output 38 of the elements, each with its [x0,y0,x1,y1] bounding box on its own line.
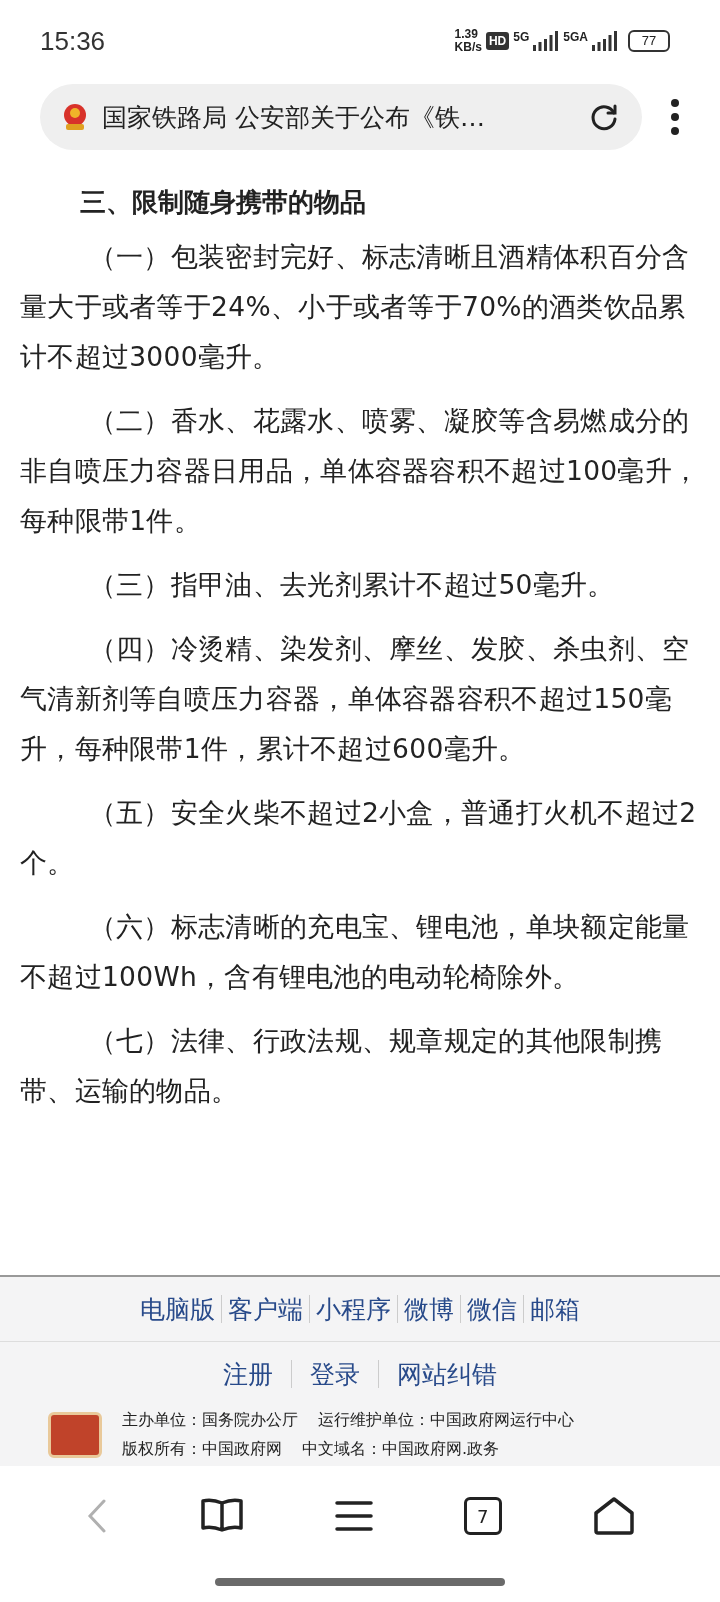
footer-link[interactable]: 微信 [461,1292,523,1326]
network-speed-unit: KB/s [454,41,482,54]
signal-icon [533,31,560,51]
more-menu-icon[interactable] [670,97,680,137]
footer-info-text: 版权所有：中国政府网 [122,1439,282,1460]
status-time: 15:36 [40,25,106,57]
footer-link[interactable]: 客户端 [222,1292,309,1326]
section-heading: 三、限制随身携带的物品 [80,186,367,219]
footer-link[interactable]: 微博 [398,1292,460,1326]
network-type: 5GA [563,30,588,44]
book-icon[interactable] [200,1497,245,1535]
site-logo-icon [48,1412,102,1458]
footer-link[interactable]: 电脑版 [134,1292,221,1326]
home-icon[interactable] [592,1496,635,1536]
article-paragraph: （三）指甲油、去光剂累计不超过50毫升。 [87,568,616,602]
footer-info-text: 中文域名：中国政府网.政务 [302,1439,500,1460]
network-speed: 1.39 [454,28,479,41]
article-paragraph: （五）安全火柴不超过2小盒，普通打火机不超过2个。 [20,796,698,880]
article-paragraph: （七）法律、行政法规、规章规定的其他限制携带、运输的物品。 [20,1024,664,1108]
article-paragraph: （四）冷烫精、染发剂、摩丝、发胶、杀虫剂、空气清新剂等自喷压力容器，单体容器容积不超过150毫升，每种限带1件，累计不超过600毫升。 [20,632,691,766]
hd-voice-badge: HD [485,32,510,50]
footer-link[interactable]: 注册 [205,1357,291,1391]
article-paragraph: （六）标志清晰的充电宝、锂电池，单块额定能量不超过100Wh，含有锂电池的电动轮椅除外。 [20,910,691,994]
footer-info-text: 运行维护单位：中国政府网运行中心 [318,1410,574,1431]
footer-link[interactable]: 网站纠错 [379,1357,515,1391]
network-type: 5G [513,30,530,44]
footer-link[interactable]: 小程序 [310,1292,397,1326]
footer-link[interactable]: 登录 [292,1357,378,1391]
article-paragraph: （一）包装密封完好、标志清晰且酒精体积百分含量大于或者等于24%、小于或者等于70%的酒类饮品累计不超过3000毫升。 [20,240,691,374]
article-paragraph: （二）香水、花露水、喷雾、凝胶等含易燃成分的非自喷压力容器日用品，单体容器容积不超过100毫升，每种限带1件。 [20,404,700,538]
battery-indicator: 77 [628,30,670,52]
menu-icon[interactable] [335,1500,373,1532]
footer-link[interactable]: 邮箱 [524,1292,586,1326]
address-bar[interactable]: 国家铁路局 公安部关于公布《铁… [40,84,642,150]
tab-count-button[interactable]: 7 [463,1497,502,1535]
footer-info-text: 主办单位：国务院办公厅 [122,1410,298,1431]
signal-icon [592,31,618,51]
page-title: 国家铁路局 公安部关于公布《铁… [102,101,486,134]
